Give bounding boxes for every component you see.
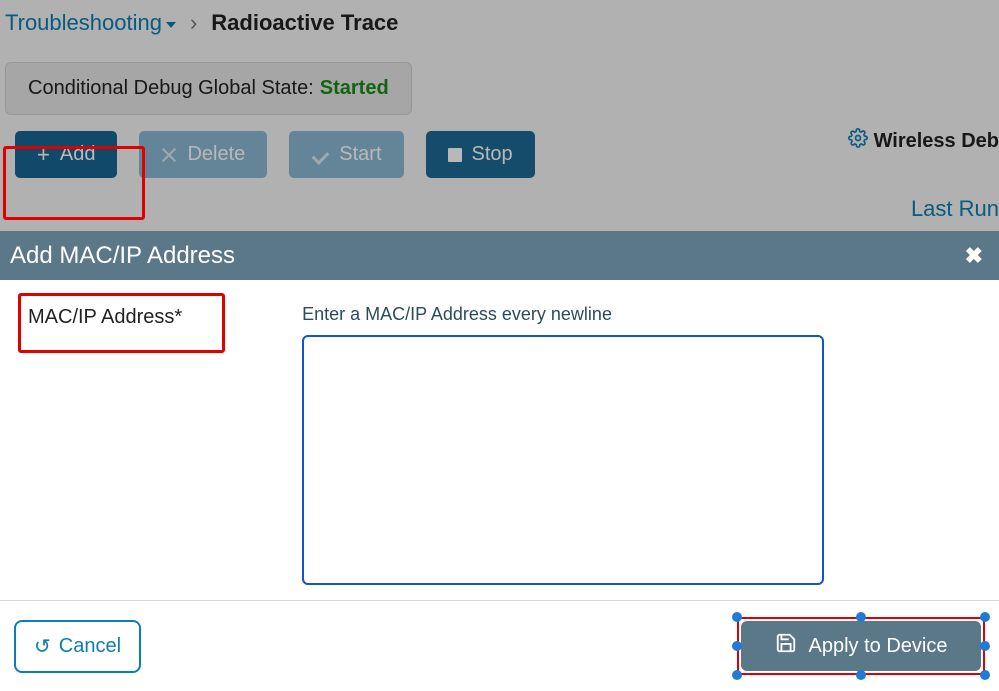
selection-handle-icon [856, 670, 866, 680]
breadcrumb: Troubleshooting › Radioactive Trace [0, 0, 999, 56]
wireless-debug-label: Wireless Deb [874, 130, 999, 153]
mac-ip-address-input[interactable] [302, 335, 824, 585]
debug-status-pill: Conditional Debug Global State: Started [5, 62, 412, 115]
add-button[interactable]: Add [15, 131, 117, 178]
caret-down-icon [166, 22, 176, 28]
last-run-label: Last Run [911, 196, 999, 221]
delete-button[interactable]: Delete [139, 131, 267, 178]
modal-title: Add MAC/IP Address [10, 242, 235, 270]
breadcrumb-current: Radioactive Trace [211, 10, 398, 36]
wireless-debug-link[interactable]: Wireless Deb [848, 128, 999, 154]
x-icon [161, 147, 177, 163]
selection-handle-icon [732, 612, 742, 622]
debug-status-value: Started [320, 77, 389, 100]
modal-header: Add MAC/IP Address ✖ [0, 231, 999, 280]
stop-button[interactable]: Stop [426, 131, 535, 178]
selection-handle-icon [980, 612, 990, 622]
start-button[interactable]: Start [289, 131, 403, 178]
modal-footer: ↺ Cancel Apply to Device [0, 600, 999, 691]
debug-status-label: Conditional Debug Global State: [28, 77, 314, 100]
stop-square-icon [448, 148, 462, 162]
stop-button-label: Stop [472, 143, 513, 166]
apply-button-label: Apply to Device [809, 635, 948, 658]
check-icon [311, 148, 329, 162]
delete-button-label: Delete [187, 143, 245, 166]
apply-to-device-button[interactable]: Apply to Device [741, 621, 981, 671]
mac-ip-helper-text: Enter a MAC/IP Address every newline [302, 304, 824, 325]
selection-handle-icon [980, 641, 990, 651]
add-button-label: Add [60, 143, 96, 166]
selection-handle-icon [980, 670, 990, 680]
chevron-right-icon: › [190, 10, 197, 36]
undo-icon: ↺ [34, 634, 51, 659]
cancel-button-label: Cancel [59, 635, 121, 658]
cancel-button[interactable]: ↺ Cancel [14, 620, 141, 673]
save-icon [775, 632, 797, 660]
selection-handle-icon [732, 670, 742, 680]
gear-icon [848, 128, 868, 154]
last-run-link[interactable]: Last Run [911, 196, 999, 222]
plus-icon [37, 144, 50, 166]
modal-body: MAC/IP Address* Enter a MAC/IP Address e… [0, 280, 999, 600]
breadcrumb-root-label: Troubleshooting [5, 10, 162, 36]
start-button-label: Start [339, 143, 381, 166]
mac-ip-field-label: MAC/IP Address* [28, 304, 182, 329]
close-icon[interactable]: ✖ [965, 243, 983, 269]
breadcrumb-root-link[interactable]: Troubleshooting [5, 10, 176, 36]
apply-button-selection: Apply to Device [737, 617, 985, 675]
